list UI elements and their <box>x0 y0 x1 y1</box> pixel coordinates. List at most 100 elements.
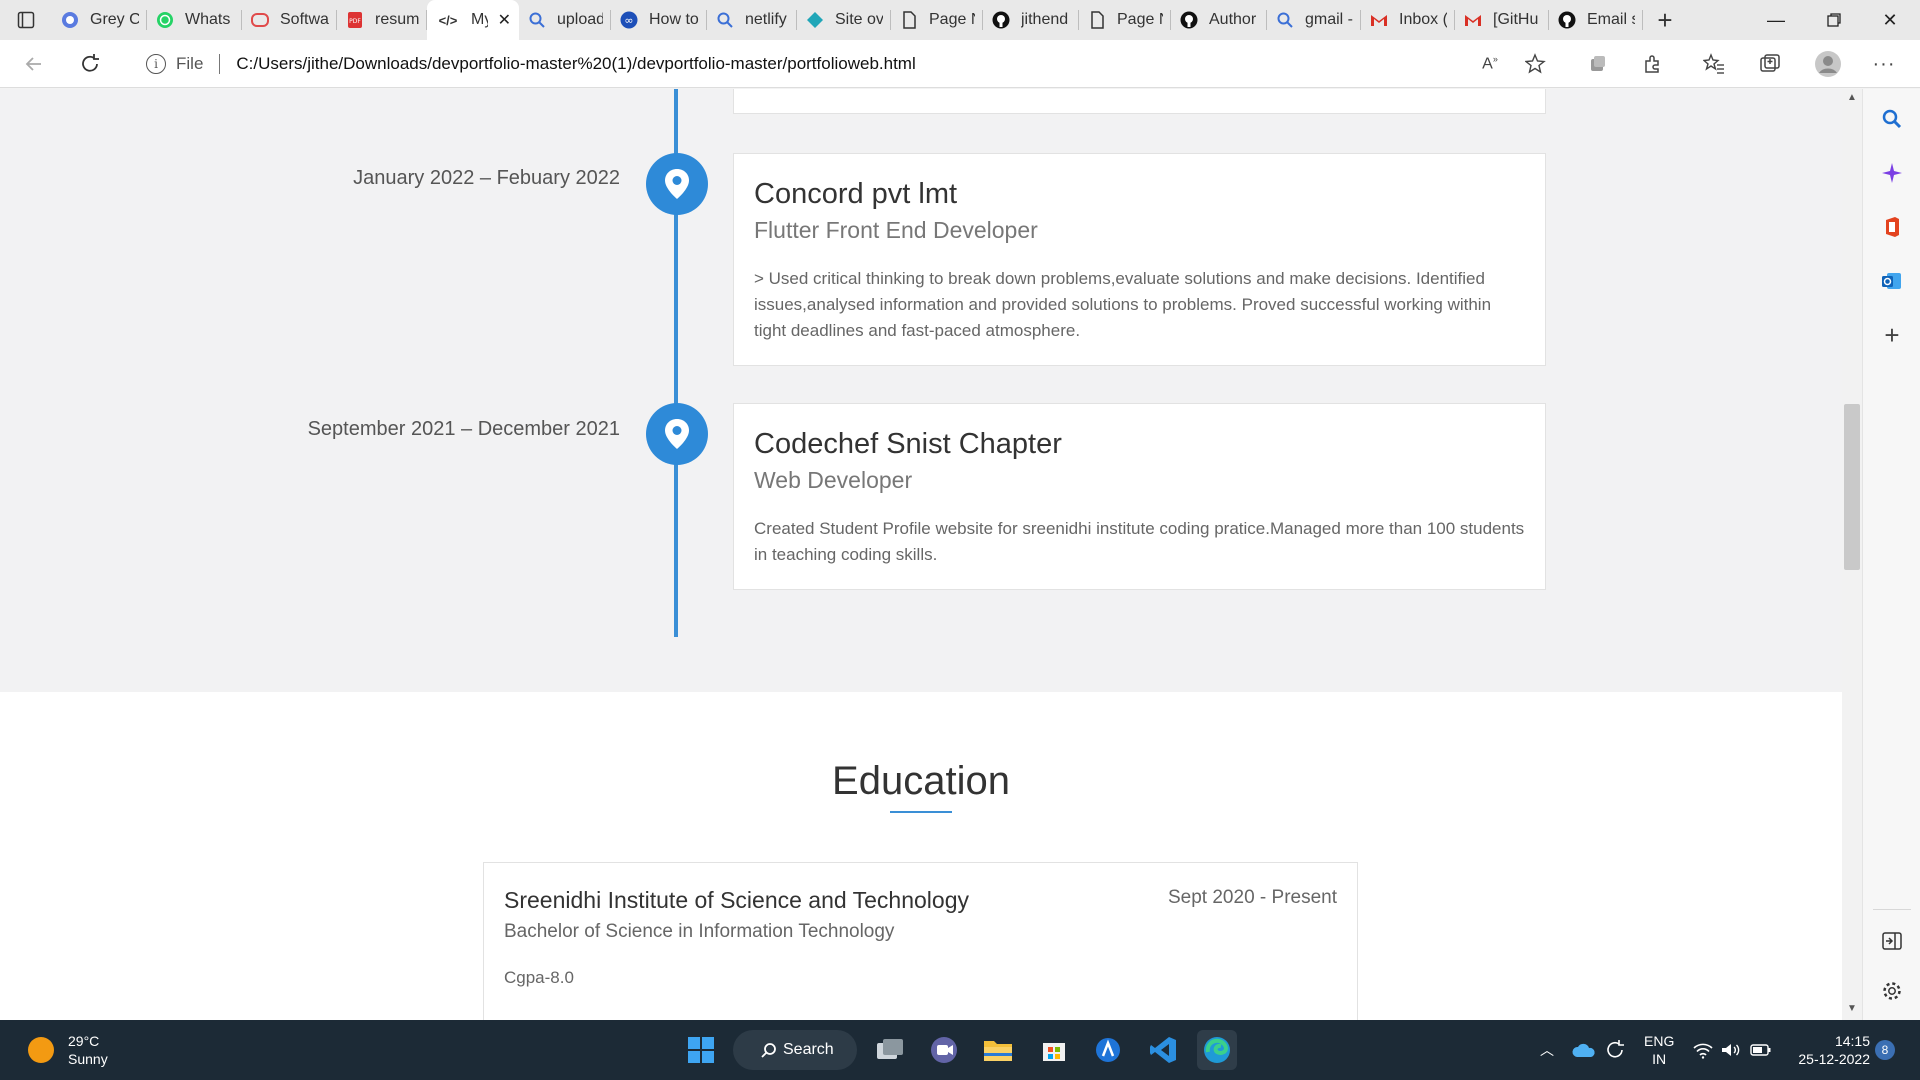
favorite-star-button[interactable] <box>1520 48 1552 80</box>
teams-chat-button[interactable] <box>924 1030 964 1070</box>
profile-button[interactable] <box>1812 48 1844 80</box>
notification-badge[interactable]: 8 <box>1875 1040 1895 1060</box>
file-explorer-button[interactable] <box>978 1030 1018 1070</box>
browser-tab[interactable]: Inbox ( <box>1361 0 1455 40</box>
restore-button[interactable] <box>1806 0 1862 40</box>
sidebar-add-button[interactable]: + <box>1876 319 1908 351</box>
search-icon <box>1275 10 1295 30</box>
new-tab-button[interactable]: + <box>1643 0 1687 40</box>
scroll-down-arrow-icon[interactable]: ▼ <box>1845 1003 1859 1017</box>
close-window-button[interactable]: ✕ <box>1862 0 1918 40</box>
tab-actions-button[interactable] <box>0 0 52 40</box>
favorites-list-icon <box>1703 53 1724 74</box>
start-button[interactable] <box>681 1030 721 1070</box>
back-arrow-icon <box>25 57 41 71</box>
system-clock[interactable]: 14:15 25-12-2022 <box>1780 1032 1870 1068</box>
system-tray: ︿ ENG IN <box>1540 1020 1772 1080</box>
job-role: Web Developer <box>754 467 913 493</box>
collections-icon <box>1760 54 1780 72</box>
code-icon: </> <box>438 12 458 28</box>
netlify-icon <box>805 10 825 30</box>
browser-tab[interactable]: netlify <box>707 0 797 40</box>
scheme-label: File <box>176 54 204 73</box>
sync-icon <box>1607 1040 1624 1058</box>
company-name: Codechef Snist Chapter <box>754 428 1062 460</box>
hide-sidebar-button[interactable] <box>1876 925 1908 957</box>
browser-toolbar: i File C:/Users/jithe/Downloads/devportf… <box>0 40 1920 88</box>
refresh-button[interactable] <box>74 48 106 80</box>
grade-text: Cgpa-8.0 <box>504 968 574 987</box>
pdf-icon: PDF <box>345 10 365 30</box>
browser-tab[interactable]: upload <box>519 0 611 40</box>
favorites-button[interactable] <box>1698 48 1730 80</box>
weather-widget[interactable]: 29°C Sunny <box>28 1032 108 1068</box>
info-icon[interactable]: i <box>146 54 166 74</box>
experience-section: January 2022 – Febuary 2022 Concord pvt … <box>0 89 1842 692</box>
tab-strip: Grey Cl Whats Softwa PDF resume </> My ✕… <box>0 0 1920 40</box>
windows-taskbar: 29°C Sunny Search ︿ ENG IN 14:15 25-12-2… <box>0 1020 1920 1080</box>
svg-text:∞: ∞ <box>624 14 633 27</box>
extensions-button[interactable] <box>1637 48 1669 80</box>
store-button[interactable] <box>1034 1030 1074 1070</box>
sidebar-settings-button[interactable] <box>1876 975 1908 1007</box>
settings-more-button[interactable]: ··· <box>1868 48 1900 80</box>
address-bar[interactable]: i File C:/Users/jithe/Downloads/devportf… <box>124 46 1564 82</box>
job-role: Flutter Front End Developer <box>754 217 1038 243</box>
windows-logo-icon <box>688 1037 714 1063</box>
read-aloud-icon: A» <box>1482 54 1498 73</box>
scrollbar-thumb[interactable] <box>1844 404 1860 570</box>
weather-temperature: 29°C <box>68 1033 100 1049</box>
collections-extension-button[interactable] <box>1582 48 1614 80</box>
page-viewport: January 2022 – Febuary 2022 Concord pvt … <box>0 89 1842 1020</box>
page-icon <box>899 10 919 30</box>
browser-tab[interactable]: Page N <box>891 0 983 40</box>
browser-tab[interactable]: Page N <box>1079 0 1171 40</box>
sun-icon <box>28 1037 54 1063</box>
gmail-icon <box>1463 10 1483 30</box>
experience-date: September 2021 – December 2021 <box>307 418 620 440</box>
extension-box-icon <box>1591 56 1605 71</box>
battery-icon <box>1750 1044 1771 1056</box>
sidebar-discover-button[interactable] <box>1876 157 1908 189</box>
search-icon <box>715 10 735 30</box>
degree-name: Bachelor of Science in Information Techn… <box>504 921 895 942</box>
browser-tab[interactable]: PDF resume <box>337 0 427 40</box>
scroll-up-arrow-icon[interactable]: ▲ <box>1845 92 1859 106</box>
back-button[interactable] <box>18 48 50 80</box>
browser-tab[interactable]: Email s <box>1549 0 1643 40</box>
browser-tab[interactable]: Grey Cl <box>52 0 147 40</box>
browser-tab-active[interactable]: </> My ✕ <box>427 0 519 40</box>
browser-tab[interactable]: jithend <box>983 0 1079 40</box>
taskbar-search-button[interactable]: Search <box>733 1030 857 1070</box>
language-indicator[interactable]: ENG IN <box>1644 1032 1674 1068</box>
browser-tab[interactable]: [GitHu <box>1455 0 1549 40</box>
grey-circle-icon <box>60 10 80 30</box>
task-view-button[interactable] <box>870 1030 910 1070</box>
chat-icon <box>931 1037 957 1063</box>
browser-tab[interactable]: ∞ How to <box>611 0 707 40</box>
browser-tab[interactable]: Site ov <box>797 0 891 40</box>
edge-button-active[interactable] <box>1197 1030 1237 1070</box>
url-text[interactable]: C:/Users/jithe/Downloads/devportfolio-ma… <box>236 54 915 74</box>
collections-button[interactable] <box>1754 48 1786 80</box>
office-icon <box>1886 217 1899 237</box>
more-dots-icon: ··· <box>1872 52 1896 75</box>
read-aloud-button[interactable]: A» <box>1474 48 1506 80</box>
browser-tab[interactable]: Whats <box>147 0 242 40</box>
browser-tab[interactable]: Softwa <box>242 0 337 40</box>
sidebar-outlook-button[interactable] <box>1876 265 1908 297</box>
browser-tab[interactable]: gmail - <box>1267 0 1361 40</box>
close-tab-icon[interactable]: ✕ <box>498 10 511 30</box>
azure-data-studio-button[interactable] <box>1088 1030 1128 1070</box>
browser-tab[interactable]: Author <box>1171 0 1267 40</box>
search-label: Search <box>783 1041 834 1058</box>
sidebar-search-button[interactable] <box>1876 103 1908 135</box>
minimize-button[interactable]: — <box>1748 0 1804 40</box>
hide-sidebar-icon <box>1882 932 1902 950</box>
refresh-icon <box>82 54 99 72</box>
vscode-button[interactable] <box>1143 1030 1183 1070</box>
sidebar-office-button[interactable] <box>1876 211 1908 243</box>
svg-text:PDF: PDF <box>349 18 361 25</box>
chevron-up-icon[interactable]: ︿ <box>1540 1040 1554 1060</box>
onedrive-cloud-icon <box>1572 1043 1595 1057</box>
